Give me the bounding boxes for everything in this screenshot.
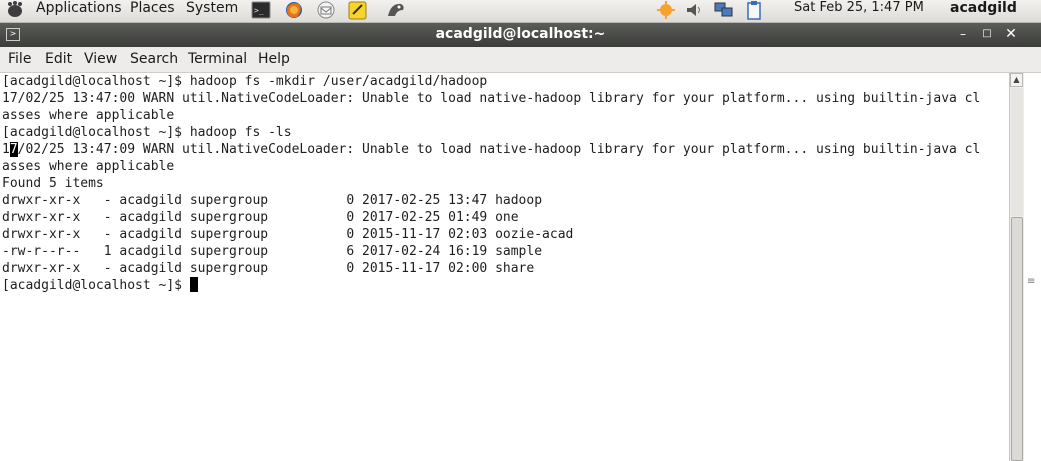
applications-menu[interactable]: Applications — [36, 0, 122, 22]
resize-grip-icon[interactable]: ≡ — [1027, 277, 1035, 292]
scroll-thumb[interactable] — [1011, 217, 1023, 461]
firefox-icon[interactable] — [283, 0, 305, 20]
terminal-output[interactable]: [acadgild@localhost ~]$ hadoop fs -mkdir… — [0, 73, 1008, 461]
terminal-line: -rw-r--r-- 1 acadgild supergroup 6 2017-… — [2, 244, 543, 259]
terminal-line: drwxr-xr-x - acadgild supergroup 0 2015-… — [2, 261, 535, 276]
vertical-scrollbar[interactable]: ▲ — [1009, 73, 1024, 461]
clipboard-icon[interactable] — [743, 0, 765, 20]
notes-icon[interactable] — [347, 0, 369, 20]
svg-text:>_: >_ — [254, 6, 264, 15]
terminal-line: Found 5 items — [2, 176, 104, 191]
terminal-prompt-line[interactable]: [acadgild@localhost ~]$ — [2, 277, 980, 294]
network-monitor-icon[interactable] — [385, 0, 407, 20]
terminal-launcher-icon[interactable]: >_ — [250, 0, 272, 20]
menu-view[interactable]: View — [84, 51, 117, 67]
prompt: [acadgild@localhost ~]$ — [2, 278, 190, 293]
volume-icon[interactable] — [684, 0, 706, 20]
terminal-line: drwxr-xr-x - acadgild supergroup 0 2017-… — [2, 193, 543, 208]
terminal-line: asses where applicable — [2, 159, 175, 174]
user-name[interactable]: acadgild — [950, 0, 1017, 22]
network-icon[interactable] — [713, 0, 735, 20]
menu-file[interactable]: File — [8, 51, 31, 67]
maximize-icon[interactable]: □ — [979, 26, 995, 42]
close-icon[interactable]: ✕ — [1003, 26, 1019, 42]
terminal-line: drwxr-xr-x - acadgild supergroup 0 2017-… — [2, 210, 519, 225]
terminal-line: [acadgild@localhost ~]$ hadoop fs -ls — [2, 125, 292, 140]
terminal-line: [acadgild@localhost ~]$ hadoop fs -mkdir… — [2, 74, 488, 89]
scroll-up-arrow-icon[interactable]: ▲ — [1010, 73, 1023, 87]
menu-terminal[interactable]: Terminal — [188, 51, 247, 67]
terminal-line: drwxr-xr-x - acadgild supergroup 0 2015-… — [2, 227, 574, 242]
minimize-icon[interactable]: – — [955, 26, 971, 42]
gnome-foot-icon[interactable] — [4, 0, 26, 20]
system-menu[interactable]: System — [186, 0, 238, 22]
update-notifier-icon[interactable] — [655, 0, 677, 20]
mail-icon[interactable] — [315, 0, 337, 20]
terminal-line: 17/02/25 13:47:00 WARN util.NativeCodeLo… — [2, 91, 981, 106]
scroll-trough[interactable] — [1011, 88, 1023, 216]
top-panel: Applications Places System >_ Sat Feb 25… — [0, 0, 1041, 23]
selected-text: 7 — [9, 142, 18, 157]
menubar: File Edit View Search Terminal Help — [0, 47, 1041, 73]
terminal-line: 17/02/25 13:47:09 WARN util.NativeCodeLo… — [2, 142, 981, 157]
window-titlebar[interactable]: > acadgild@localhost:~ – □ ✕ — [0, 23, 1041, 47]
menu-help[interactable]: Help — [258, 51, 290, 67]
places-menu[interactable]: Places — [130, 0, 175, 22]
menu-edit[interactable]: Edit — [45, 51, 72, 67]
window-title: acadgild@localhost:~ — [435, 26, 606, 42]
terminal-line: asses where applicable — [2, 108, 175, 123]
menu-search[interactable]: Search — [130, 51, 178, 67]
clock[interactable]: Sat Feb 25, 1:47 PM — [794, 0, 924, 22]
text-cursor — [189, 277, 198, 292]
